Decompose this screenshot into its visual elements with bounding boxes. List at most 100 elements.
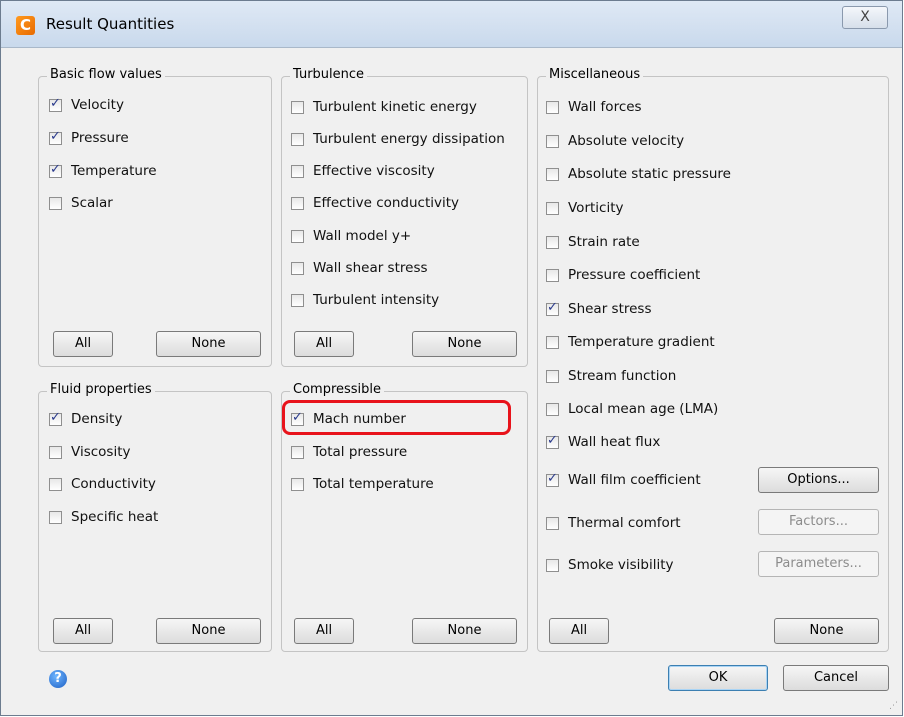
close-button[interactable]: X xyxy=(842,6,888,29)
local-mean-age-label: Local mean age (LMA) xyxy=(568,401,719,417)
conductivity-row[interactable]: Conductivity xyxy=(49,474,156,494)
turbulent-energy-dissipation-label: Turbulent energy dissipation xyxy=(313,131,505,147)
turbulent-intensity-label: Turbulent intensity xyxy=(313,292,440,308)
wall-model-y-plus-row[interactable]: Wall model y+ xyxy=(291,226,411,246)
wall-shear-stress-label: Wall shear stress xyxy=(313,260,428,276)
wall-forces-checkbox[interactable] xyxy=(546,100,559,114)
temperature-checkbox-row[interactable]: Temperature xyxy=(49,161,157,181)
wall-film-coefficient-checkbox[interactable] xyxy=(546,471,559,487)
fluid-all-button[interactable]: All xyxy=(53,618,113,644)
shear-stress-checkbox[interactable] xyxy=(546,300,559,316)
temperature-gradient-checkbox[interactable] xyxy=(546,335,559,349)
result-quantities-dialog: C Result Quantities X Basic flow values … xyxy=(0,0,903,716)
specific-heat-row[interactable]: Specific heat xyxy=(49,507,158,527)
basic-flow-values-panel: Basic flow values xyxy=(38,67,272,367)
scalar-checkbox-row[interactable]: Scalar xyxy=(49,193,113,213)
misc-none-button[interactable]: None xyxy=(774,618,879,644)
smoke-visibility-row[interactable]: Smoke visibility xyxy=(546,555,674,575)
app-logo-icon: C xyxy=(16,16,35,35)
effective-conductivity-label: Effective conductivity xyxy=(313,195,460,211)
wall-shear-stress-row[interactable]: Wall shear stress xyxy=(291,258,428,278)
effective-conductivity-checkbox[interactable] xyxy=(291,196,304,210)
wall-heat-flux-row[interactable]: Wall heat flux xyxy=(546,432,660,452)
cancel-button[interactable]: Cancel xyxy=(783,665,889,691)
total-pressure-row[interactable]: Total pressure xyxy=(291,442,407,462)
total-pressure-label: Total pressure xyxy=(313,444,408,460)
turbulence-panel: Turbulence xyxy=(281,67,528,367)
wall-forces-row[interactable]: Wall forces xyxy=(546,97,642,117)
absolute-velocity-checkbox[interactable] xyxy=(546,134,559,148)
pressure-checkbox[interactable] xyxy=(49,129,62,145)
density-checkbox[interactable] xyxy=(49,410,62,426)
pressure-coefficient-checkbox[interactable] xyxy=(546,268,559,282)
turbulent-energy-dissipation-checkbox[interactable] xyxy=(291,132,304,146)
viscosity-checkbox[interactable] xyxy=(49,445,62,459)
title-bar: C Result Quantities X xyxy=(1,1,902,48)
velocity-checkbox-row[interactable]: Velocity xyxy=(49,95,124,115)
absolute-static-pressure-checkbox[interactable] xyxy=(546,167,559,181)
effective-conductivity-row[interactable]: Effective conductivity xyxy=(291,193,459,213)
absolute-static-pressure-row[interactable]: Absolute static pressure xyxy=(546,164,731,184)
wall-forces-label: Wall forces xyxy=(568,99,642,115)
turbulent-intensity-row[interactable]: Turbulent intensity xyxy=(291,290,439,310)
stream-function-row[interactable]: Stream function xyxy=(546,366,676,386)
turbulent-kinetic-energy-row[interactable]: Turbulent kinetic energy xyxy=(291,97,477,117)
wall-film-coefficient-row[interactable]: Wall film coefficient xyxy=(546,470,701,490)
total-temperature-row[interactable]: Total temperature xyxy=(291,474,434,494)
basic-all-button[interactable]: All xyxy=(53,331,113,357)
local-mean-age-checkbox[interactable] xyxy=(546,402,559,416)
misc-all-button[interactable]: All xyxy=(549,618,609,644)
local-mean-age-row[interactable]: Local mean age (LMA) xyxy=(546,399,718,419)
turbulent-energy-dissipation-row[interactable]: Turbulent energy dissipation xyxy=(291,129,505,149)
pressure-checkbox-row[interactable]: Pressure xyxy=(49,128,129,148)
viscosity-row[interactable]: Viscosity xyxy=(49,442,130,462)
temperature-gradient-row[interactable]: Temperature gradient xyxy=(546,332,715,352)
parameters-button[interactable]: Parameters... xyxy=(758,551,879,577)
effective-viscosity-row[interactable]: Effective viscosity xyxy=(291,161,435,181)
fluid-none-button[interactable]: None xyxy=(156,618,261,644)
conductivity-checkbox[interactable] xyxy=(49,477,62,491)
effective-viscosity-checkbox[interactable] xyxy=(291,164,304,178)
specific-heat-checkbox[interactable] xyxy=(49,510,62,524)
wall-model-y-plus-checkbox[interactable] xyxy=(291,229,304,243)
miscellaneous-title: Miscellaneous xyxy=(546,67,644,82)
total-pressure-checkbox[interactable] xyxy=(291,445,304,459)
turbulence-none-button[interactable]: None xyxy=(412,331,517,357)
velocity-label: Velocity xyxy=(71,97,124,113)
temperature-gradient-label: Temperature gradient xyxy=(568,334,715,350)
thermal-comfort-checkbox[interactable] xyxy=(546,516,559,530)
compressible-all-button[interactable]: All xyxy=(294,618,354,644)
options-button[interactable]: Options... xyxy=(758,467,879,493)
basic-none-button[interactable]: None xyxy=(156,331,261,357)
factors-button[interactable]: Factors... xyxy=(758,509,879,535)
strain-rate-checkbox[interactable] xyxy=(546,235,559,249)
help-icon[interactable]: ? xyxy=(49,670,67,688)
turbulent-intensity-checkbox[interactable] xyxy=(291,293,304,307)
pressure-coefficient-row[interactable]: Pressure coefficient xyxy=(546,265,700,285)
density-row[interactable]: Density xyxy=(49,409,122,429)
absolute-velocity-row[interactable]: Absolute velocity xyxy=(546,131,684,151)
turbulence-all-button[interactable]: All xyxy=(294,331,354,357)
wall-model-y-plus-label: Wall model y+ xyxy=(313,228,412,244)
compressible-none-button[interactable]: None xyxy=(412,618,517,644)
stream-function-checkbox[interactable] xyxy=(546,369,559,383)
wall-film-coefficient-label: Wall film coefficient xyxy=(568,472,701,488)
scalar-checkbox[interactable] xyxy=(49,196,62,210)
resize-grip-icon[interactable]: ⋰ xyxy=(889,701,898,711)
vorticity-checkbox[interactable] xyxy=(546,201,559,215)
velocity-checkbox[interactable] xyxy=(49,96,62,112)
wall-heat-flux-checkbox[interactable] xyxy=(546,433,559,449)
ok-button[interactable]: OK xyxy=(668,665,768,691)
smoke-visibility-checkbox[interactable] xyxy=(546,558,559,572)
vorticity-row[interactable]: Vorticity xyxy=(546,198,624,218)
shear-stress-row[interactable]: Shear stress xyxy=(546,299,652,319)
thermal-comfort-label: Thermal comfort xyxy=(568,515,681,531)
strain-rate-row[interactable]: Strain rate xyxy=(546,232,640,252)
smoke-visibility-label: Smoke visibility xyxy=(568,557,674,573)
thermal-comfort-row[interactable]: Thermal comfort xyxy=(546,513,681,533)
wall-shear-stress-checkbox[interactable] xyxy=(291,261,304,275)
fluid-properties-title: Fluid properties xyxy=(47,382,155,397)
turbulent-kinetic-energy-checkbox[interactable] xyxy=(291,100,304,114)
total-temperature-checkbox[interactable] xyxy=(291,477,304,491)
temperature-checkbox[interactable] xyxy=(49,162,62,178)
